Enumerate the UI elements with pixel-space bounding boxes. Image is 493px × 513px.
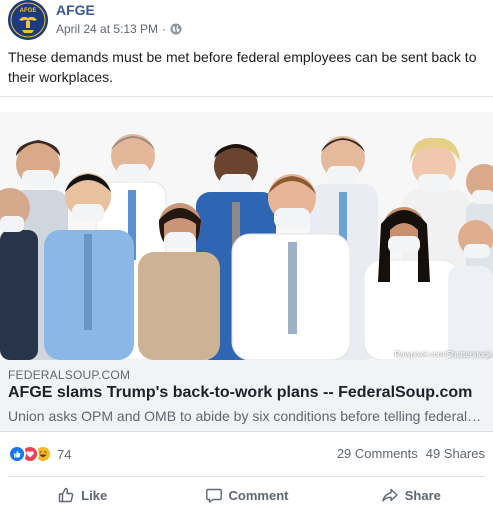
image-credit: Rawpixel.com/Shutterstock — [394, 350, 491, 359]
divider — [8, 476, 485, 477]
post-actions: Like Comment Share — [0, 480, 493, 510]
globe-icon[interactable] — [170, 23, 182, 35]
reaction-summary[interactable]: 74 — [8, 444, 71, 464]
masked-workers-photo — [0, 112, 493, 360]
link-title[interactable]: AFGE slams Trump's back-to-work plans --… — [8, 384, 472, 402]
meta-separator: · — [162, 22, 167, 36]
post-meta: April 24 at 5:13 PM · — [56, 22, 182, 36]
share-label: Share — [404, 487, 441, 503]
comment-icon — [205, 488, 222, 503]
comment-count[interactable]: 29 Comments — [337, 446, 418, 461]
comment-label: Comment — [228, 487, 289, 503]
post-timestamp[interactable]: April 24 at 5:13 PM — [56, 22, 158, 36]
afge-logo-icon: AFGE — [8, 0, 48, 40]
share-count[interactable]: 49 Shares — [426, 446, 485, 461]
share-arrow-icon — [382, 488, 398, 502]
post-author[interactable]: AFGE — [56, 2, 95, 18]
link-preview-meta[interactable]: FEDERALSOUP.COM AFGE slams Trump's back-… — [0, 360, 493, 432]
link-preview-image[interactable]: Rawpixel.com/Shutterstock — [0, 112, 493, 360]
svg-text:AFGE: AFGE — [20, 8, 37, 14]
thumbs-up-icon — [58, 487, 74, 503]
link-domain: FEDERALSOUP.COM — [8, 368, 131, 382]
like-reaction-icon — [8, 445, 26, 463]
post-message: These demands must be met before federal… — [8, 49, 477, 85]
engagement-counts: 29 Comments 49 Shares — [337, 446, 485, 461]
divider — [0, 96, 493, 97]
link-description: Union asks OPM and OMB to abide by six c… — [8, 408, 484, 424]
comment-button[interactable]: Comment — [164, 480, 328, 510]
like-button[interactable]: Like — [0, 480, 164, 510]
reaction-count[interactable]: 74 — [57, 447, 71, 462]
like-label: Like — [81, 487, 108, 503]
post-header: AFGE AFGE April 24 at 5:13 PM · — [0, 0, 493, 44]
share-button[interactable]: Share — [329, 480, 493, 510]
page-avatar[interactable]: AFGE — [8, 0, 48, 40]
